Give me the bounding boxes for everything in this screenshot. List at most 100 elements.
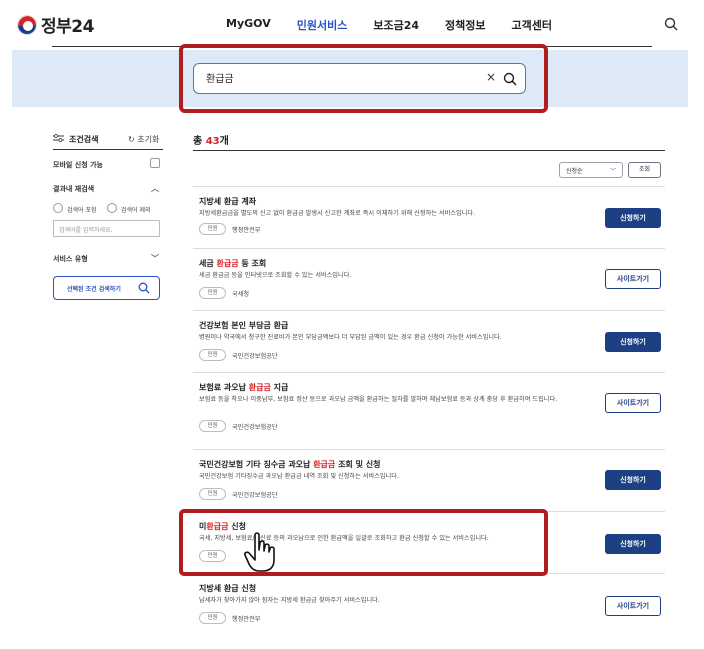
category-tag: 민원 xyxy=(199,420,226,432)
taegeuk-logo-icon xyxy=(17,14,37,35)
agency-name: 국세청 xyxy=(232,290,250,298)
result-item: 세금 환급금 등 조회 세금 환급금 등을 인터넷으로 조회할 수 있는 서비스… xyxy=(193,248,665,310)
result-item: 건강보험 본인 부담금 환급 병원이나 약국에서 청구한 진료비가 본인 부담금… xyxy=(193,310,665,372)
exclude-radio[interactable] xyxy=(107,203,117,213)
result-title[interactable]: 세금 환급금 등 조회 xyxy=(199,258,266,269)
result-title[interactable]: 지방세 환급 계좌 xyxy=(199,196,256,207)
apply-button[interactable]: 신청하기 xyxy=(605,534,661,554)
filter-title: 조건검색 xyxy=(69,135,99,144)
filter-header: 조건검색 ↻ 초기화 xyxy=(53,130,163,150)
result-description: 납세자가 찾아가지 않아 잠자는 지방세 환급금 찾아주기 서비스입니다. xyxy=(199,597,380,604)
title-highlight: 환급금 xyxy=(216,259,239,268)
search-icon xyxy=(138,282,150,294)
category-tag: 민원 xyxy=(199,612,226,624)
title-text: 세금 xyxy=(199,259,217,268)
result-description: 보험료 등을 착오나 이중납부, 보험료 정산 등으로 과오납 금액을 환급하는… xyxy=(199,396,558,403)
nav-customer-center[interactable]: 고객센터 xyxy=(511,17,551,33)
chevron-down-icon: ﹀ xyxy=(609,168,616,175)
result-title[interactable]: 보험료 과오납 환급금 지급 xyxy=(199,382,288,393)
result-count-prefix: 총 xyxy=(193,136,206,147)
category-tag: 민원 xyxy=(199,488,226,500)
sort-value: 신청순 xyxy=(566,168,583,175)
search-annotation-box xyxy=(179,44,548,113)
title-text: 지급 xyxy=(270,383,289,392)
title-text: 지방세 환급 계좌 xyxy=(199,197,257,206)
title-text: 국민건강보험 기타 징수금 과오납 xyxy=(199,460,314,469)
go-to-site-button[interactable]: 사이트가기 xyxy=(605,269,661,289)
item-annotation-box xyxy=(179,509,548,576)
apply-filter-label: 선택된 조건 검색하기 xyxy=(67,286,121,293)
title-text: 건강보험 본인 부담금 환급 xyxy=(199,321,289,330)
go-to-site-button[interactable]: 사이트가기 xyxy=(605,393,661,413)
category-tag: 민원 xyxy=(199,223,226,235)
header: 정부24 MyGOV 민원서비스 보조금24 정책정보 고객센터 xyxy=(0,0,704,50)
chevron-down-icon[interactable]: ﹀ xyxy=(151,253,159,264)
result-meta: 민원 국민건강보험공단 xyxy=(199,349,278,361)
agency-name: 국민건강보험공단 xyxy=(232,491,278,499)
agency-name: 국민건강보험공단 xyxy=(232,352,278,360)
apply-button[interactable]: 신청하기 xyxy=(605,470,661,490)
nav-civil-service[interactable]: 민원서비스 xyxy=(297,17,348,33)
result-description: 국민건강보험 기타징수금 과오납 환급금 내역 조회 및 신청하는 서비스입니다… xyxy=(199,473,399,480)
reset-button[interactable]: ↻ 초기화 xyxy=(128,134,159,145)
agency-name: 행정안전부 xyxy=(232,226,261,234)
result-description: 지방세환급금을 별도의 신고 없이 환급금 발생시 신고한 계좌로 즉시 이체하… xyxy=(199,210,476,217)
nav-policy[interactable]: 정책정보 xyxy=(445,17,485,33)
result-item: 국민건강보험 기타 징수금 과오납 환급금 조회 및 신청 국민건강보험 기타징… xyxy=(193,449,665,511)
result-description: 세금 환급금 등을 인터넷으로 조회할 수 있는 서비스입니다. xyxy=(199,272,352,279)
category-tag: 민원 xyxy=(199,287,226,299)
service-type-label: 서비스 유형 xyxy=(53,255,88,263)
result-count-suffix: 개 xyxy=(219,136,229,147)
title-text: 등 조회 xyxy=(238,259,267,268)
filter-icon xyxy=(53,134,64,142)
within-search-row: 결과내 재검색 ︿ xyxy=(53,184,163,194)
nav-mygov[interactable]: MyGOV xyxy=(226,17,271,33)
title-highlight: 환급금 xyxy=(313,460,336,469)
sort-select[interactable]: 신청순 ﹀ xyxy=(559,162,623,178)
within-search-input[interactable]: 검색어를 입력하세요. xyxy=(53,220,160,237)
title-text: 보험료 과오납 xyxy=(199,383,249,392)
result-description: 병원이나 약국에서 청구한 진료비가 본인 부담금액보다 더 부담된 금액이 있… xyxy=(199,334,502,341)
include-radio[interactable] xyxy=(53,203,63,213)
result-meta: 민원 국민건강보험공단 xyxy=(199,420,278,432)
service-type-row: 서비스 유형 ﹀ xyxy=(53,254,163,264)
logo-text: 정부24 xyxy=(41,17,94,37)
title-text: 지방세 환급 신청 xyxy=(199,584,257,593)
result-title[interactable]: 지방세 환급 신청 xyxy=(199,583,256,594)
mobile-filter-row: 모바일 신청 가능 xyxy=(53,158,163,170)
chevron-up-icon[interactable]: ︿ xyxy=(151,183,159,194)
mobile-filter-checkbox[interactable] xyxy=(150,158,160,168)
pointing-hand-cursor-icon xyxy=(244,532,275,572)
result-title[interactable]: 국민건강보험 기타 징수금 과오납 환급금 조회 및 신청 xyxy=(199,459,380,470)
result-item: 보험료 과오납 환급금 지급 보험료 등을 착오나 이중납부, 보험료 정산 등… xyxy=(193,372,665,449)
title-text: 조회 및 신청 xyxy=(335,460,381,469)
result-meta: 민원 행정안전부 xyxy=(199,612,260,624)
sort-search-button[interactable]: 조회 xyxy=(628,162,661,178)
mobile-filter-label: 모바일 신청 가능 xyxy=(53,161,103,169)
result-item: 지방세 환급 신청 납세자가 찾아가지 않아 잠자는 지방세 환급금 찾아주기 … xyxy=(193,573,665,635)
apply-button[interactable]: 신청하기 xyxy=(605,332,661,352)
category-tag: 민원 xyxy=(199,349,226,361)
logo[interactable]: 정부24 xyxy=(17,12,94,37)
result-meta: 민원 국민건강보험공단 xyxy=(199,488,278,500)
apply-button[interactable]: 신청하기 xyxy=(605,208,661,228)
results-divider xyxy=(193,150,665,151)
agency-name: 행정안전부 xyxy=(232,615,261,623)
result-meta: 민원 행정안전부 xyxy=(199,223,260,235)
exclude-label: 검색어 제외 xyxy=(121,207,151,214)
nav-subsidy[interactable]: 보조금24 xyxy=(373,17,419,33)
go-to-site-button[interactable]: 사이트가기 xyxy=(605,596,661,616)
apply-filter-button[interactable]: 선택된 조건 검색하기 xyxy=(53,276,160,300)
result-count-number: 43 xyxy=(205,136,220,147)
include-label: 검색어 포함 xyxy=(67,207,97,214)
result-meta: 민원 국세청 xyxy=(199,287,249,299)
result-item: 지방세 환급 계좌 지방세환급금을 별도의 신고 없이 환급금 발생시 신고한 … xyxy=(193,186,665,248)
reset-label: 초기화 xyxy=(137,135,160,144)
result-count: 총 43개 xyxy=(193,132,229,147)
main-nav: MyGOV 민원서비스 보조금24 정책정보 고객센터 xyxy=(226,17,578,33)
within-search-label: 결과내 재검색 xyxy=(53,185,95,193)
title-highlight: 환급금 xyxy=(248,383,271,392)
header-search-icon[interactable] xyxy=(664,17,678,31)
result-title[interactable]: 건강보험 본인 부담금 환급 xyxy=(199,320,288,331)
agency-name: 국민건강보험공단 xyxy=(232,423,278,431)
